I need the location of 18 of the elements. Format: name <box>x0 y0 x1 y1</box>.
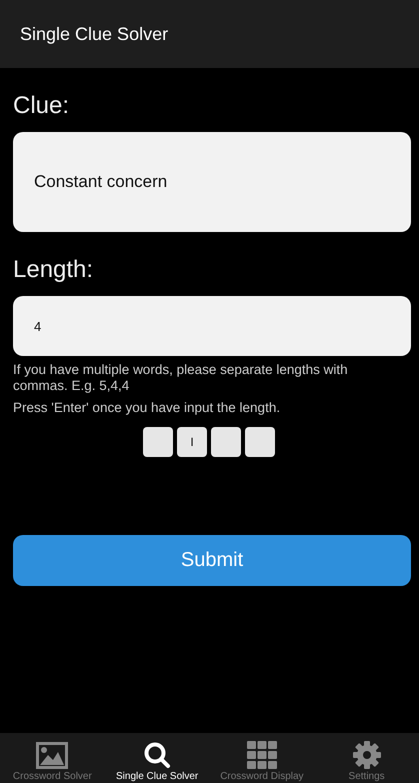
letter-box[interactable]: I <box>177 426 207 457</box>
letter-box[interactable] <box>211 426 241 457</box>
search-icon <box>143 741 172 769</box>
image-icon <box>36 742 68 769</box>
nav-tab[interactable]: Settings <box>314 733 419 783</box>
length-field[interactable]: 4 <box>13 296 411 356</box>
nav-tab[interactable]: Single Clue Solver <box>104 733 210 783</box>
letter-box[interactable] <box>143 426 173 457</box>
grid-icon <box>246 741 277 769</box>
letter-box[interactable] <box>245 426 275 457</box>
clue-label: Clue: <box>13 92 70 120</box>
nav-tab[interactable]: Crossword Solver <box>0 733 105 783</box>
clue-field[interactable]: Constant concern <box>13 132 411 232</box>
nav-tab[interactable]: Crossword Display <box>210 733 314 783</box>
hint-text: If you have multiple words, please separate lengths with commas. E.g. 5,4,4 <box>13 362 349 394</box>
app-title: Single Clue Solver <box>20 24 168 44</box>
length-label: Length: <box>13 256 94 284</box>
hint-text: Press 'Enter' once you have input the length. <box>13 400 282 417</box>
